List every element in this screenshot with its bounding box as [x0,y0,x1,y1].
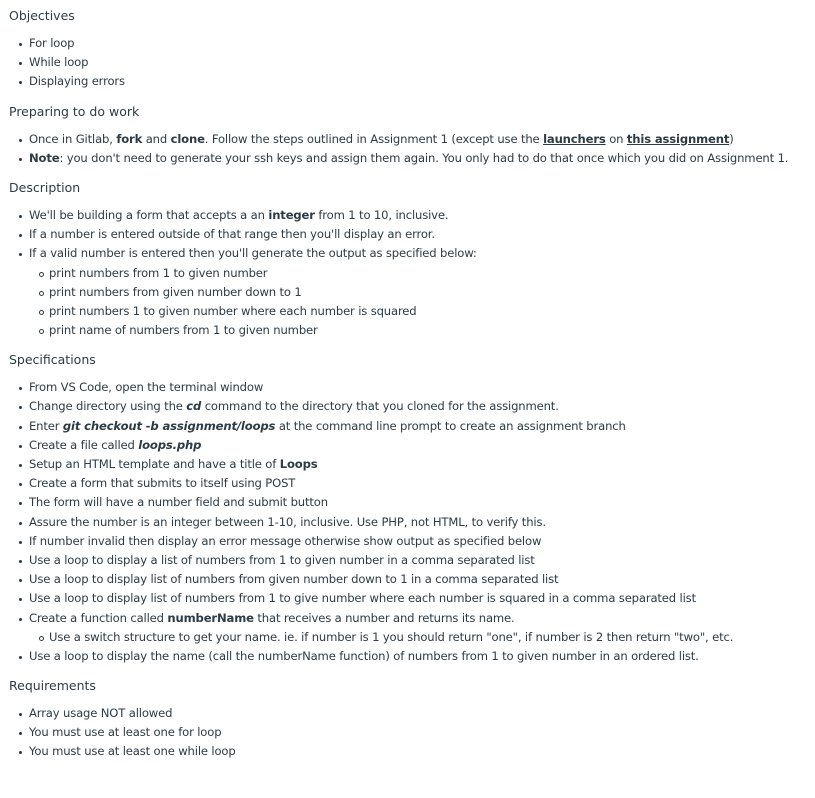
text: Change directory using the [29,399,187,414]
sub-list-item: print numbers from 1 to given number [39,264,806,283]
text: Once in Gitlab, [29,131,117,146]
text: at the command line prompt to create an … [275,418,626,433]
text: on [605,131,627,146]
function-sublist: Use a switch structure to get your name.… [29,628,806,647]
specifications-heading: Specifications [9,352,96,368]
git-command: git checkout -b assignment/loops [62,418,276,433]
text: from 1 to 10, inclusive. [314,207,449,222]
description-heading: Description [9,179,81,195]
list-item: Setup an HTML template and have a title … [19,455,806,474]
list-item: Displaying errors [19,72,806,91]
list-item: Enter git checkout -b assignment/loops a… [19,417,806,436]
function-name: numberName [167,610,254,625]
requirements-heading: Requirements [9,678,96,694]
text: We'll be building a form that accepts a … [29,207,269,222]
sub-list-item: print name of numbers from 1 to given nu… [39,321,806,340]
list-item: From VS Code, open the terminal window [19,378,806,397]
list-item: Use a loop to display list of numbers fr… [19,570,806,589]
list-item: Use a loop to display list of numbers fr… [19,589,806,608]
list-item: Once in Gitlab, fork and clone. Follow t… [19,130,806,149]
preparing-list: Once in Gitlab, fork and clone. Follow t… [9,130,806,168]
text: Enter [29,418,63,433]
text: ) [729,131,734,146]
list-item: Note: you don't need to generate your ss… [19,149,806,168]
this-assignment-link[interactable]: this assignment [627,132,730,146]
objectives-heading: Objectives [9,8,75,23]
list-item: Create a file called loops.php [19,436,806,455]
description-list: We'll be building a form that accepts a … [9,206,806,340]
specifications-list: From VS Code, open the terminal window C… [9,378,806,666]
objectives-list: For loop While loop Displaying errors [9,34,806,92]
text: command to the directory that you cloned… [201,399,559,414]
list-item: Change directory using the cd command to… [19,397,806,416]
fork-text: fork [116,131,143,146]
clone-text: clone [170,131,205,146]
sub-list-item: print numbers from given number down to … [39,283,806,302]
list-item: You must use at least one while loop [19,742,806,761]
text: Create a function called [29,610,168,625]
text: that receives a number and returns its n… [253,610,515,625]
list-item: If a valid number is entered then you'll… [19,244,806,341]
integer-text: integer [268,207,315,222]
list-item: Use a loop to display a list of numbers … [19,551,806,570]
list-item: For loop [19,34,806,53]
cd-command: cd [186,399,202,414]
list-item: We'll be building a form that accepts a … [19,206,806,225]
list-item: Create a function called numberName that… [19,609,806,647]
list-item: Array usage NOT allowed [19,704,806,723]
list-item: If number invalid then display an error … [19,532,806,551]
requirements-list: Array usage NOT allowed You must use at … [9,704,806,762]
filename: loops.php [138,437,202,452]
list-item: While loop [19,53,806,72]
list-item: If a number is entered outside of that r… [19,225,806,244]
sub-list-item: print numbers 1 to given number where ea… [39,302,806,321]
text: . Follow the steps outlined in Assignmen… [204,131,544,146]
sub-list-item: Use a switch structure to get your name.… [39,628,806,647]
list-item: Create a form that submits to itself usi… [19,474,806,493]
list-item: You must use at least one for loop [19,723,806,742]
assignment-content: Objectives For loop While loop Displayin… [0,0,815,778]
text: : you don't need to generate your ssh ke… [59,150,789,165]
preparing-heading: Preparing to do work [9,103,140,119]
list-item: The form will have a number field and su… [19,493,806,512]
launchers-link[interactable]: launchers [543,132,606,146]
title-text: Loops [279,457,318,472]
text: and [142,131,171,146]
note-label: Note [29,150,60,165]
text: Setup an HTML template and have a title … [29,457,280,472]
text: If a valid number is entered then you'll… [29,246,477,261]
list-item: Assure the number is an integer between … [19,513,806,532]
list-item: Use a loop to display the name (call the… [19,647,806,666]
output-sublist: print numbers from 1 to given number pri… [29,264,806,341]
text: Create a file called [29,437,139,452]
